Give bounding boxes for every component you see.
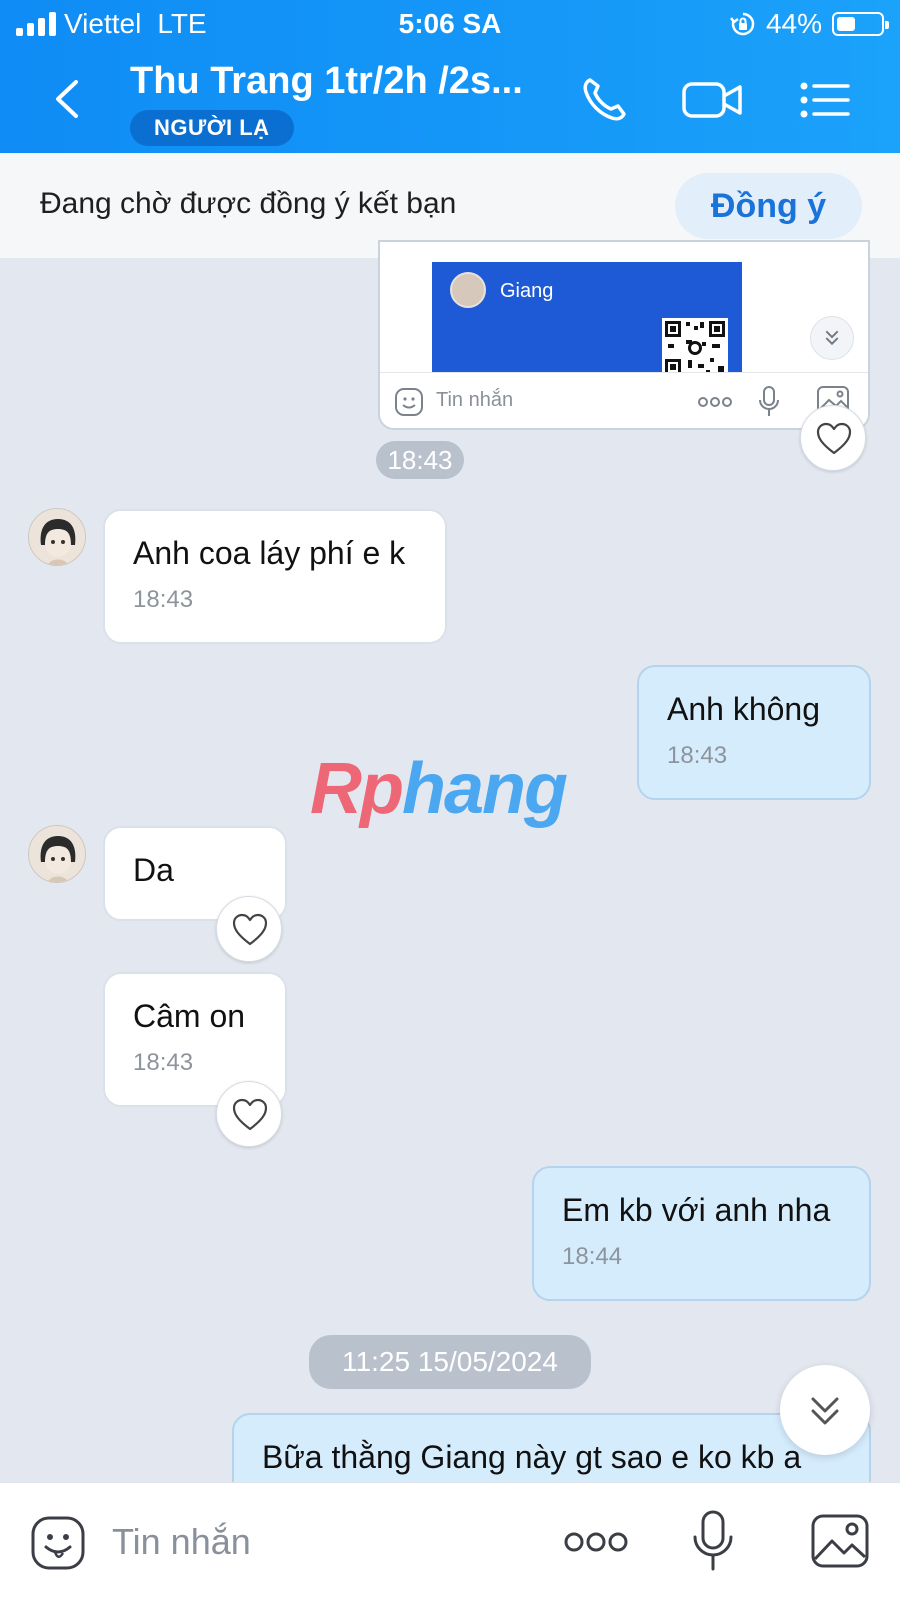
sticker-icon [395,388,423,416]
contact-avatar [450,272,486,308]
contact-qr-card: Giang [432,262,742,378]
message-text: Câm on [133,998,246,1034]
sender-avatar[interactable] [28,508,86,566]
chevron-double-down-icon [811,1397,839,1425]
message-text: Anh không [667,691,821,727]
heart-icon [232,1098,268,1131]
message-text: Da [133,852,174,888]
phone-icon[interactable] [576,74,636,126]
time-separator: 11:25 15/05/2024 [309,1335,591,1389]
rotation-lock-icon [729,12,755,36]
message-text: Anh coa láy phí e k [133,535,406,571]
stranger-badge: NGƯỜI LẠ [130,110,294,146]
sender-avatar[interactable] [28,825,86,883]
avatar-image-icon [29,826,85,882]
scroll-to-bottom-button[interactable] [780,1365,870,1455]
message-time: 18:43 [133,1049,194,1076]
status-right: 44% [729,8,889,40]
more-options-icon[interactable] [563,1529,629,1555]
watermark-logo: Rphang [310,748,568,830]
incoming-message-bubble[interactable]: Anh coa láy phí e k 18:43 [103,509,447,644]
pending-request-text: Đang chờ được đồng ý kết bạn [40,187,457,220]
image-gallery-icon[interactable] [810,1513,870,1569]
message-time: 18:43 [667,742,728,769]
react-heart-button[interactable] [800,405,866,471]
quoted-input-bar: Tin nhắn [380,372,868,428]
battery-level [837,17,855,31]
sticker-icon[interactable] [30,1515,86,1571]
heart-icon [816,422,852,455]
qr-code-icon [662,318,728,378]
message-input[interactable]: Tin nhắn [112,1521,251,1563]
message-text: Bữa thằng Giang này gt sao e ko kb a [262,1439,802,1475]
contact-name: Giang [500,280,554,302]
battery-percent: 44% [765,8,822,39]
outgoing-message-bubble[interactable]: Anh không 18:43 [637,665,871,800]
message-time: 18:44 [562,1243,623,1270]
message-input-bar: Tin nhắn [0,1482,900,1600]
battery-icon [832,12,889,36]
message-text: Em kb với anh nha [562,1192,831,1228]
watermark-part1: Rp [310,749,404,829]
shared-image-message[interactable]: Giang Tin nhắn [378,240,870,430]
react-heart-button[interactable] [216,1081,282,1147]
microphone-icon [759,386,779,416]
chevron-down-icon [810,316,854,360]
time-separator: 18:43 [376,441,464,479]
outgoing-message-bubble[interactable]: Em kb với anh nha 18:44 [532,1166,871,1301]
video-call-icon[interactable] [680,74,746,126]
more-dots-icon [698,397,732,407]
chat-header: Viettel LTE 5:06 SA 44% Thu Trang 1tr/2h… [0,0,900,153]
quoted-input-placeholder: Tin nhắn [436,389,514,411]
heart-icon [232,913,268,946]
back-arrow-icon[interactable] [46,76,92,122]
message-time: 18:43 [133,586,194,613]
chat-title[interactable]: Thu Trang 1tr/2h /2s... [130,60,523,103]
react-heart-button[interactable] [216,896,282,962]
accept-button[interactable]: Đồng ý [675,173,862,239]
microphone-icon[interactable] [692,1509,734,1573]
watermark-part2: hang [401,749,568,829]
status-bar: Viettel LTE 5:06 SA 44% [0,8,900,42]
avatar-image-icon [29,509,85,565]
menu-list-icon[interactable] [796,74,856,126]
